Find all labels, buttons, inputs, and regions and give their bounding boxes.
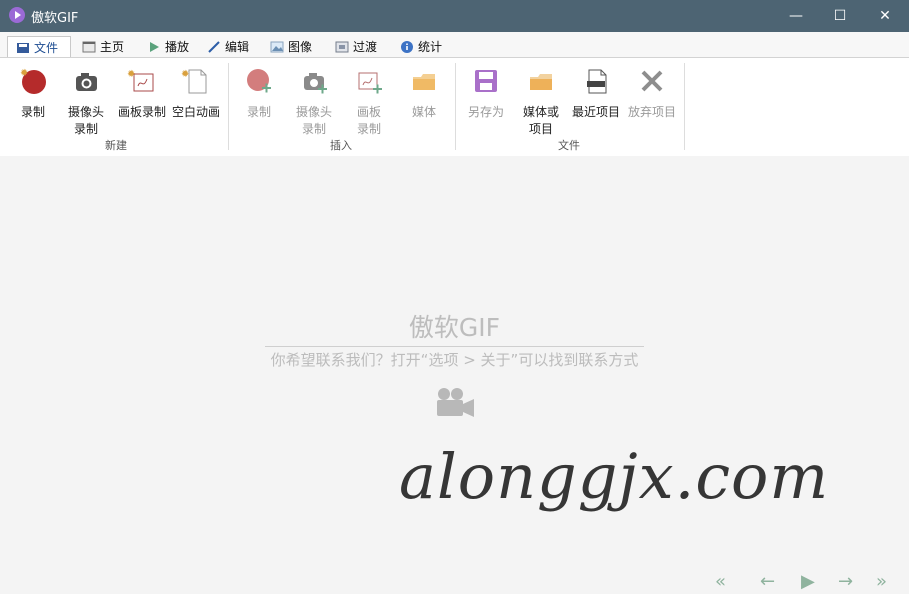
play-icon xyxy=(150,41,159,52)
camera-icon xyxy=(76,73,97,91)
tab-file[interactable]: 文件 xyxy=(7,36,71,58)
insert-camera-button[interactable]: 摄像头 录制 xyxy=(288,62,340,138)
brand-title: 傲软GIF xyxy=(408,313,501,342)
tab-label: 过渡 xyxy=(353,40,378,54)
transition-icon xyxy=(335,41,349,52)
main-content: 傲软GIF 你希望联系我们？打开“选项 > 关于”可以找到联系方式 alongg… xyxy=(0,156,909,594)
previous-frame-button[interactable]: ← xyxy=(760,571,775,592)
maximize-button[interactable]: ☐ xyxy=(817,0,863,32)
ribbon: ✹ 录制 摄像头 录制 ✹ 画板录制 ✹ 空白动画 新建 录制 摄像头 录制 画… xyxy=(0,57,909,216)
folder-icon xyxy=(413,74,435,90)
tab-stats[interactable]: 统计 xyxy=(400,36,442,57)
tab-label: 图像 xyxy=(288,40,313,54)
film-camera-icon xyxy=(437,388,474,417)
contact-hint: 你希望联系我们？打开“选项 > 关于”可以找到联系方式 xyxy=(270,351,639,369)
insert-board-button[interactable]: 画板 录制 xyxy=(343,62,395,138)
svg-text:✹: ✹ xyxy=(20,68,28,79)
group-separator xyxy=(684,63,685,150)
record-add-icon xyxy=(247,69,271,93)
discard-project-button[interactable]: 放弃项目 xyxy=(626,62,678,121)
close-button[interactable]: ✕ xyxy=(862,0,908,32)
button-label: 摄像头 录制 xyxy=(295,105,332,136)
camera-add-icon xyxy=(304,73,327,94)
button-label: 媒体 xyxy=(411,105,436,119)
insert-media-button[interactable]: 媒体 xyxy=(398,62,450,121)
svg-text:✹: ✹ xyxy=(181,69,189,80)
insert-record-button[interactable]: 录制 xyxy=(233,62,285,121)
open-media-project-button[interactable]: 媒体或 项目 xyxy=(515,62,567,138)
button-label: 画板录制 xyxy=(117,105,166,119)
tab-image[interactable]: 图像 xyxy=(270,36,312,57)
pencil-icon xyxy=(208,40,220,53)
brand-divider xyxy=(265,346,644,347)
image-icon xyxy=(270,41,284,52)
recent-file-icon xyxy=(587,69,607,94)
board-add-icon xyxy=(358,72,382,94)
info-icon xyxy=(401,40,413,53)
tab-play[interactable]: 播放 xyxy=(147,36,189,57)
camera-record-button[interactable]: 摄像头 录制 xyxy=(60,62,112,138)
save-large-icon xyxy=(475,70,497,92)
next-frame-button[interactable]: → xyxy=(838,571,853,592)
window-icon xyxy=(82,41,96,52)
group-label-insert: 插入 xyxy=(330,139,352,152)
button-label: 录制 xyxy=(246,105,271,119)
group-separator xyxy=(228,63,229,150)
button-label: 录制 xyxy=(20,105,45,119)
last-frame-button[interactable]: » xyxy=(876,571,887,592)
button-label: 摄像头 录制 xyxy=(67,105,104,136)
minimize-button[interactable]: — xyxy=(773,0,819,32)
app-logo-icon xyxy=(9,7,25,23)
group-label-new: 新建 xyxy=(105,139,127,152)
discard-icon xyxy=(641,70,663,92)
ribbon-tabs: 文件 主页 播放 编辑 图像 过渡 统计 附加 xyxy=(0,32,909,84)
tab-label: 文件 xyxy=(34,41,59,55)
button-label: 另存为 xyxy=(467,105,504,119)
save-as-button[interactable]: 另存为 xyxy=(460,62,512,121)
tab-transition[interactable]: 过渡 xyxy=(335,36,377,57)
tab-label: 主页 xyxy=(100,40,125,54)
tab-home[interactable]: 主页 xyxy=(82,36,124,57)
board-icon: ✹ xyxy=(127,69,154,92)
board-record-button[interactable]: ✹ 画板录制 xyxy=(116,62,168,121)
play-button[interactable]: ▶ xyxy=(801,571,815,592)
first-frame-button[interactable]: « xyxy=(715,571,726,592)
button-label: 空白动画 xyxy=(171,105,220,119)
window-title: 傲软GIF xyxy=(31,11,79,26)
tab-label: 编辑 xyxy=(225,40,250,54)
save-icon xyxy=(17,42,29,53)
button-label: 媒体或 项目 xyxy=(522,105,559,136)
tab-edit[interactable]: 编辑 xyxy=(207,36,249,57)
button-label: 放弃项目 xyxy=(627,105,676,119)
button-label: 最近项目 xyxy=(571,105,620,119)
blank-animation-button[interactable]: ✹ 空白动画 xyxy=(170,62,222,121)
record-icon: ✹ xyxy=(20,68,46,94)
watermark-text: alonggjx.com xyxy=(399,440,830,513)
button-label: 画板 录制 xyxy=(356,105,381,136)
blank-file-icon: ✹ xyxy=(181,69,207,94)
tab-label: 播放 xyxy=(165,40,190,54)
app-window: 傲软GIF — ☐ ✕ 文件 主页 播放 编辑 图像 过渡 统计 ✹ 录制 摄像… xyxy=(0,0,909,594)
recent-projects-button[interactable]: 最近项目 xyxy=(570,62,622,121)
title-bar: 傲软GIF — ☐ ✕ xyxy=(0,0,909,32)
group-separator xyxy=(455,63,456,150)
open-folder-icon xyxy=(530,74,552,90)
svg-text:✹: ✹ xyxy=(127,69,135,80)
group-label-file: 文件 xyxy=(558,139,580,152)
record-button[interactable]: ✹ 录制 xyxy=(7,62,59,121)
tab-label: 统计 xyxy=(418,40,443,54)
